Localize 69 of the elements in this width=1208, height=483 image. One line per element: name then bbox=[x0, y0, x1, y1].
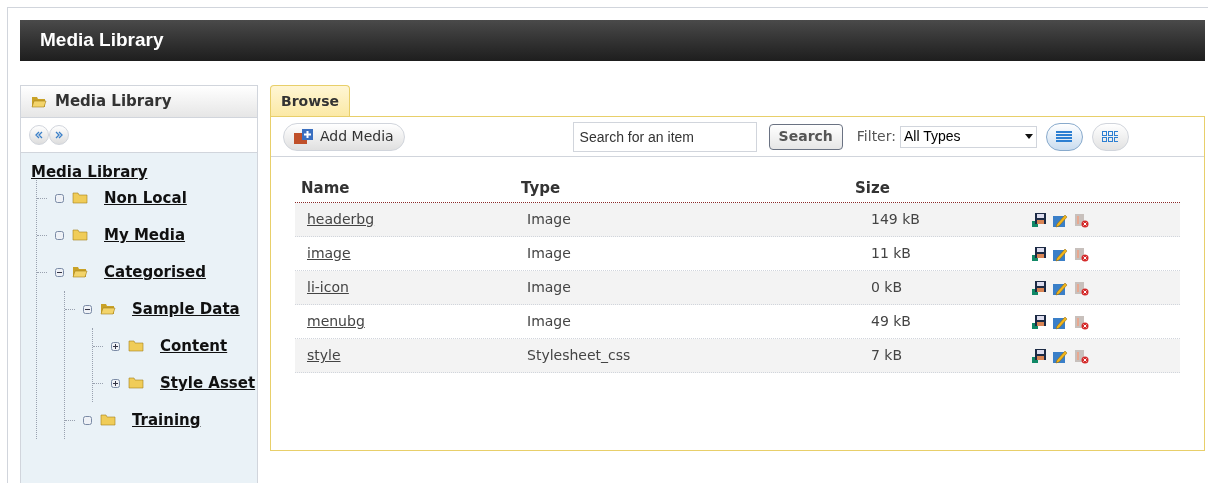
delete-icon[interactable] bbox=[1073, 211, 1089, 228]
node-box-icon bbox=[55, 230, 64, 240]
table-cell-text: Image bbox=[526, 244, 572, 263]
table-cell-text: 7 kB bbox=[870, 346, 904, 365]
delete-icon[interactable] bbox=[1073, 347, 1089, 364]
file-name-link[interactable]: image bbox=[295, 243, 521, 264]
expand-icon[interactable] bbox=[111, 341, 120, 351]
save-icon[interactable] bbox=[1031, 313, 1047, 330]
tree-item[interactable]: Non Local bbox=[104, 186, 187, 210]
open-folder-icon bbox=[100, 303, 116, 315]
expand-icon[interactable] bbox=[111, 378, 120, 388]
table-cell-text: Image bbox=[526, 312, 572, 331]
column-header: Name bbox=[300, 177, 351, 199]
dropdown-arrow-icon bbox=[1024, 134, 1033, 139]
tree-item[interactable]: My Media bbox=[104, 223, 186, 247]
table-cell-text: 0 kB bbox=[870, 278, 904, 297]
filter-dropdown[interactable]: All Types bbox=[899, 125, 1037, 148]
folder-icon bbox=[128, 340, 144, 352]
table-cell-text: 49 kB bbox=[870, 312, 912, 331]
file-name-link[interactable]: style bbox=[295, 345, 521, 366]
tab[interactable]: Browse bbox=[270, 85, 350, 116]
tree-item[interactable]: Categorised bbox=[104, 260, 206, 284]
sidebar-title: Media Library bbox=[55, 91, 172, 113]
tree-item[interactable]: Content bbox=[160, 334, 228, 358]
table-cell-text: Stylesheet_css bbox=[526, 346, 632, 365]
tree-item[interactable]: Training bbox=[132, 408, 201, 432]
file-name-link[interactable]: headerbg bbox=[295, 209, 521, 230]
collapse-icon[interactable] bbox=[55, 267, 64, 277]
column-header: Type bbox=[521, 177, 562, 199]
search-button[interactable]: Search bbox=[768, 123, 843, 150]
table-cell-text: 11 kB bbox=[870, 244, 912, 263]
add-image-icon bbox=[294, 128, 314, 145]
tree-item[interactable]: Sample Data bbox=[132, 297, 240, 321]
open-folder-icon bbox=[72, 266, 88, 278]
double-chevron-left-icon bbox=[35, 131, 43, 139]
file-name-link[interactable]: li-icon bbox=[295, 277, 521, 298]
save-icon[interactable] bbox=[1031, 211, 1047, 228]
grid-view-icon bbox=[1102, 130, 1119, 143]
delete-icon[interactable] bbox=[1073, 245, 1089, 262]
save-icon[interactable] bbox=[1031, 347, 1047, 364]
expand-all-button[interactable] bbox=[49, 125, 69, 145]
node-box-icon bbox=[83, 415, 92, 425]
search-field[interactable]: Search for an item bbox=[572, 121, 757, 152]
folder-icon bbox=[72, 229, 88, 241]
table-cell-text: 149 kB bbox=[870, 210, 921, 229]
delete-icon[interactable] bbox=[1073, 279, 1089, 296]
page-title: Media Library bbox=[40, 28, 164, 53]
tree-root[interactable]: Media Library bbox=[31, 161, 257, 184]
save-icon[interactable] bbox=[1031, 245, 1047, 262]
delete-icon[interactable] bbox=[1073, 313, 1089, 330]
node-box-icon bbox=[55, 193, 64, 203]
folder-icon bbox=[72, 192, 88, 204]
grid-view-button[interactable] bbox=[1091, 122, 1129, 151]
add-media-button[interactable]: Add Media bbox=[283, 122, 405, 151]
collapse-icon[interactable] bbox=[83, 304, 92, 314]
list-view-button[interactable] bbox=[1045, 122, 1083, 151]
folder-icon bbox=[128, 377, 144, 389]
file-name-link[interactable]: menubg bbox=[295, 311, 521, 332]
table-cell-text: Image bbox=[526, 210, 572, 229]
folder-icon bbox=[100, 414, 116, 426]
list-view-icon bbox=[1056, 130, 1073, 143]
table-cell-text: Image bbox=[526, 278, 572, 297]
double-chevron-right-icon bbox=[55, 131, 63, 139]
save-icon[interactable] bbox=[1031, 279, 1047, 296]
tree-item[interactable]: Style Asset bbox=[160, 371, 256, 395]
column-header: Size bbox=[855, 177, 891, 199]
filter-label: Filter: bbox=[856, 127, 896, 146]
collapse-all-button[interactable] bbox=[29, 125, 49, 145]
open-folder-icon bbox=[31, 95, 47, 108]
